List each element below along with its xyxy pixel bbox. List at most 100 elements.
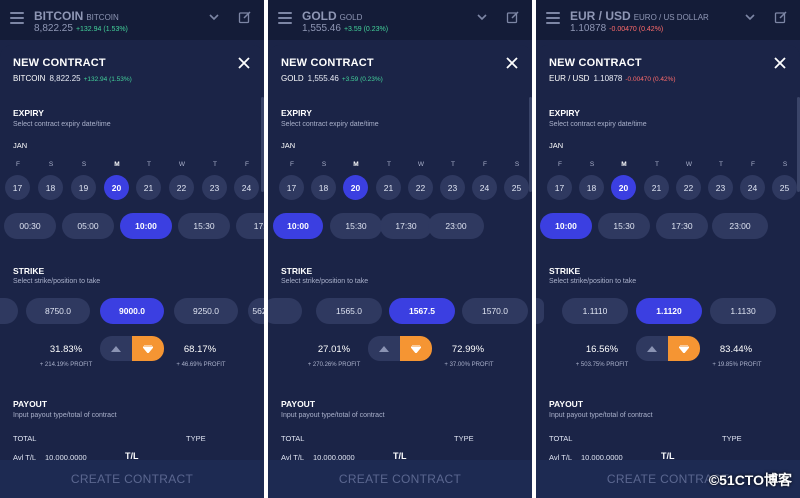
day-number[interactable]: 18 [579,175,604,200]
day-number[interactable]: 17 [5,175,30,200]
day-number[interactable]: 17 [279,175,304,200]
strike-option[interactable]: 1565.0 [316,298,382,324]
day-option[interactable]: F 24 [472,160,498,200]
day-option[interactable]: F 17 [5,160,31,200]
put-button[interactable] [400,336,432,361]
day-option[interactable]: S 18 [38,160,64,200]
time-option[interactable]: 17:3 [236,213,264,239]
day-number[interactable]: 24 [740,175,765,200]
day-number[interactable]: 20 [104,175,129,200]
triangle-up-icon [647,345,657,352]
day-option[interactable]: T 21 [136,160,162,200]
day-option[interactable]: T 23 [202,160,228,200]
day-option[interactable]: M 20 [611,160,637,200]
strike-picker: 1.1110 1.1120 1.1130 [536,298,800,324]
strike-option[interactable]: 562.5 [248,298,264,324]
day-option[interactable]: F 24 [740,160,766,200]
strike-option[interactable]: 1.1120 [636,298,702,324]
call-button[interactable] [368,336,400,361]
time-option[interactable]: 15:30 [178,213,230,239]
edit-icon[interactable] [238,10,252,24]
menu-icon[interactable] [278,12,292,24]
day-number[interactable]: 17 [547,175,572,200]
header-market-name: GOLD GOLD [302,9,363,23]
create-contract-button[interactable]: CREATE CONTRACT [0,460,264,498]
time-option[interactable]: 05:00 [62,213,114,239]
strike-option[interactable]: 9000.0 [100,298,164,324]
put-button[interactable] [132,336,164,361]
day-number[interactable]: 25 [504,175,529,200]
edit-icon[interactable] [506,10,520,24]
day-option[interactable]: T 23 [440,160,466,200]
day-number[interactable]: 20 [611,175,636,200]
time-option[interactable]: 17:30 [380,213,432,239]
day-option[interactable]: S 25 [772,160,798,200]
day-number[interactable]: 18 [38,175,63,200]
day-number[interactable]: 22 [169,175,194,200]
time-option[interactable]: 15:30 [598,213,650,239]
call-button[interactable] [100,336,132,361]
strike-option[interactable]: 8750.0 [26,298,90,324]
time-option[interactable]: 23:00 [428,213,484,239]
day-option[interactable]: M 20 [343,160,369,200]
put-button[interactable] [668,336,700,361]
day-number[interactable]: 20 [343,175,368,200]
day-option[interactable]: W 22 [408,160,434,200]
day-option[interactable]: W 22 [676,160,702,200]
day-number[interactable]: 21 [644,175,669,200]
strike-option-offscreen[interactable] [0,298,18,324]
strike-option[interactable]: 9250.0 [174,298,238,324]
day-number[interactable]: 21 [376,175,401,200]
strike-option[interactable]: 1567.5 [389,298,455,324]
day-option[interactable]: F 17 [547,160,573,200]
strike-option[interactable]: 1570.0 [462,298,528,324]
new-contract-sheet: NEW CONTRACT EUR / USD 1.10878 -0.00470 (0… [536,45,800,498]
day-option[interactable]: T 21 [376,160,402,200]
time-option[interactable]: 00:30 [4,213,56,239]
close-icon[interactable] [504,55,520,71]
day-number[interactable]: 22 [676,175,701,200]
day-number[interactable]: 21 [136,175,161,200]
day-option[interactable]: F 24 [234,160,260,200]
strike-option-offscreen[interactable] [268,298,302,324]
day-number[interactable]: 24 [234,175,259,200]
time-option[interactable]: 23:00 [712,213,768,239]
chevron-down-icon[interactable] [476,11,488,23]
strike-option[interactable]: 1.1110 [562,298,628,324]
close-icon[interactable] [236,55,252,71]
time-option[interactable]: 10:00 [273,213,323,239]
time-option[interactable]: 15:30 [330,213,382,239]
day-option[interactable]: W 22 [169,160,195,200]
call-button[interactable] [636,336,668,361]
menu-icon[interactable] [546,12,560,24]
time-option[interactable]: 10:00 [540,213,592,239]
time-option[interactable]: 10:00 [120,213,172,239]
day-option[interactable]: S 18 [311,160,337,200]
day-number[interactable]: 25 [772,175,797,200]
day-option[interactable]: T 23 [708,160,734,200]
day-number[interactable]: 23 [708,175,733,200]
day-option[interactable]: S 18 [579,160,605,200]
day-number[interactable]: 23 [202,175,227,200]
create-contract-button[interactable]: CREATE CONTRACT [268,460,532,498]
edit-icon[interactable] [774,10,788,24]
strike-option-offscreen[interactable] [536,298,544,324]
day-option[interactable]: F 17 [279,160,305,200]
close-icon[interactable] [772,55,788,71]
day-option[interactable]: S 25 [504,160,530,200]
weekday-letter: S [782,161,788,168]
day-number[interactable]: 19 [71,175,96,200]
day-option[interactable]: T 21 [644,160,670,200]
day-number[interactable]: 24 [472,175,497,200]
menu-icon[interactable] [10,12,24,24]
day-option[interactable]: S 19 [71,160,97,200]
triangle-down-icon [411,344,421,353]
chevron-down-icon[interactable] [744,11,756,23]
strike-option[interactable]: 1.1130 [710,298,776,324]
day-number[interactable]: 18 [311,175,336,200]
chevron-down-icon[interactable] [208,11,220,23]
day-number[interactable]: 22 [408,175,433,200]
day-number[interactable]: 23 [440,175,465,200]
time-option[interactable]: 17:30 [656,213,708,239]
day-option[interactable]: M 20 [104,160,130,200]
